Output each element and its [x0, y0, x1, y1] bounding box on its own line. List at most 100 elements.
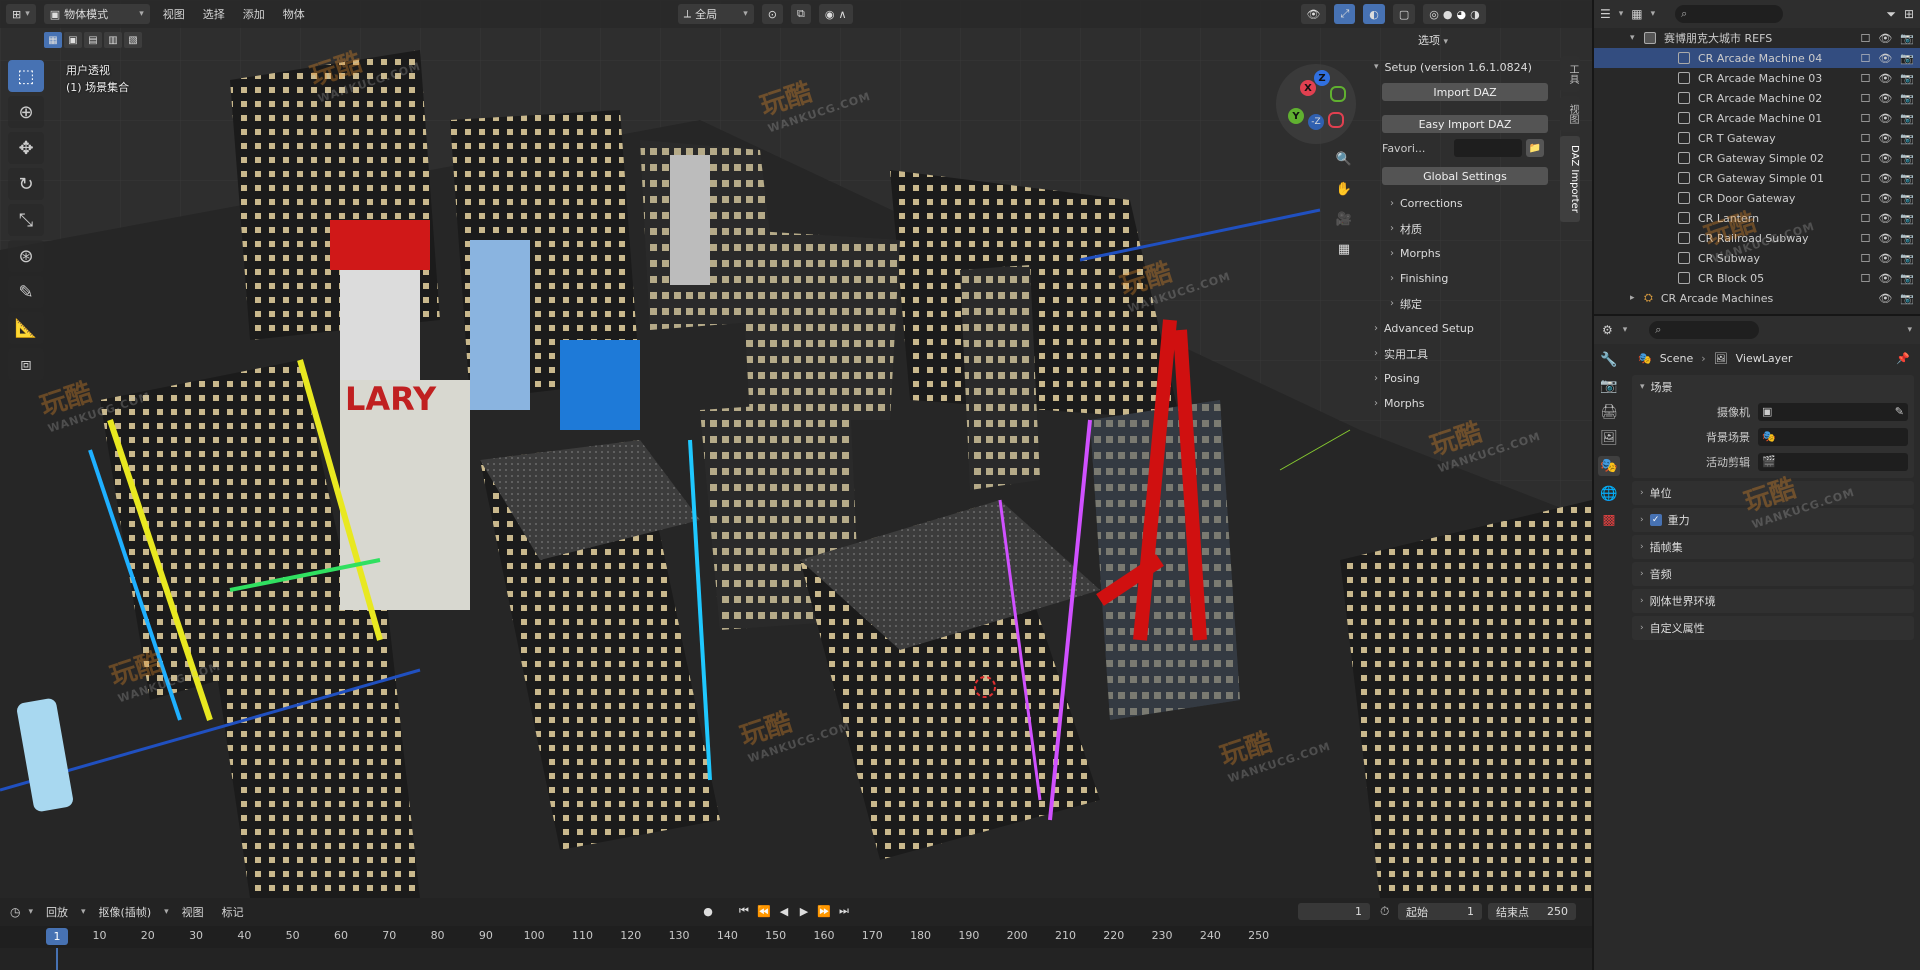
- eye-icon[interactable]: 👁: [1878, 72, 1892, 85]
- select-extend-icon[interactable]: ▣: [64, 32, 82, 48]
- zoom-icon[interactable]: 🔍: [1333, 148, 1355, 170]
- eye-icon[interactable]: 👁: [1878, 192, 1892, 205]
- hand-pan-icon[interactable]: ✋: [1333, 178, 1355, 200]
- camera-render-icon[interactable]: 📷: [1900, 92, 1914, 105]
- eye-icon[interactable]: 👁: [1878, 212, 1892, 225]
- collapsed-panel[interactable]: › 音频: [1632, 562, 1914, 586]
- outliner-row[interactable]: CR Arcade Machine 04 ☐ 👁 📷: [1594, 48, 1920, 68]
- next-keyframe-icon[interactable]: ⏩: [816, 902, 832, 920]
- select-intersect-icon[interactable]: ▧: [124, 32, 142, 48]
- outliner-editor-icon[interactable]: ☰: [1600, 7, 1611, 21]
- menu-keying[interactable]: 抠像(插帧): [94, 904, 157, 920]
- properties-search[interactable]: ⌕: [1649, 321, 1760, 339]
- collapsed-panel[interactable]: › ✓ 重力: [1632, 508, 1914, 532]
- transform-orientation[interactable]: ⟂ 全局 ▾: [677, 4, 754, 24]
- play-reverse-icon[interactable]: ◀: [776, 902, 792, 920]
- exclude-checkbox-icon[interactable]: ☐: [1860, 52, 1870, 65]
- eye-icon[interactable]: 👁: [1878, 52, 1892, 65]
- gizmo-neg-x[interactable]: [1328, 112, 1344, 128]
- menu-marker[interactable]: 标记: [217, 904, 249, 920]
- camera-render-icon[interactable]: 📷: [1900, 112, 1914, 125]
- eye-icon[interactable]: 👁: [1878, 292, 1892, 305]
- subpanel-morphs[interactable]: › Morphs: [1374, 241, 1554, 266]
- camera-render-icon[interactable]: 📷: [1900, 132, 1914, 145]
- transform-icon[interactable]: ⊛: [8, 240, 44, 272]
- outliner-row[interactable]: CR Arcade Machine 01 ☐ 👁 📷: [1594, 108, 1920, 128]
- menu-view[interactable]: 视图: [158, 6, 190, 22]
- exclude-checkbox-icon[interactable]: ☐: [1860, 212, 1870, 225]
- camera-render-icon[interactable]: 📷: [1900, 32, 1914, 45]
- panel-header[interactable]: › ✓ 重力: [1632, 508, 1914, 532]
- add-collection-icon[interactable]: ⊞: [1904, 7, 1914, 21]
- exclude-checkbox-icon[interactable]: ☐: [1860, 192, 1870, 205]
- chevron-down-icon[interactable]: ▾: [1907, 325, 1912, 335]
- panel-header[interactable]: › 刚体世界环境: [1632, 589, 1914, 613]
- exclude-checkbox-icon[interactable]: ☐: [1860, 72, 1870, 85]
- shading-modes[interactable]: ◎ ● ◕ ◑: [1423, 4, 1486, 24]
- camera-render-icon[interactable]: 📷: [1900, 172, 1914, 185]
- global-settings-button[interactable]: Global Settings: [1382, 167, 1548, 185]
- ortho-grid-icon[interactable]: ▦: [1333, 238, 1355, 260]
- gravity-checkbox[interactable]: ✓: [1649, 514, 1662, 526]
- scene-tab-icon[interactable]: 🎭: [1598, 456, 1620, 476]
- solid-icon[interactable]: ●: [1443, 8, 1453, 21]
- outliner-search[interactable]: ⌕: [1675, 5, 1784, 23]
- eye-icon[interactable]: 👁: [1878, 92, 1892, 105]
- world-tab-icon[interactable]: 🌐: [1600, 486, 1617, 502]
- camera-render-icon[interactable]: 📷: [1900, 152, 1914, 165]
- easy-import-daz-button[interactable]: Easy Import DAZ: [1382, 115, 1548, 133]
- display-mode-icon[interactable]: ▦: [1631, 7, 1642, 21]
- frame-ruler[interactable]: 10 20 30 40 50 60 70 80 90 100 110 120 130 140 150 160 1…: [0, 926, 1592, 948]
- select-box-icon[interactable]: ⬚: [8, 60, 44, 92]
- select-new-icon[interactable]: ▦: [44, 32, 62, 48]
- tab-daz-importer[interactable]: DAZ Importer: [1560, 136, 1580, 222]
- outliner-row[interactable]: CR Arcade Machine 02 ☐ 👁 📷: [1594, 88, 1920, 108]
- section-morphs[interactable]: › Morphs: [1374, 391, 1554, 416]
- snap-toggle[interactable]: ⧉: [790, 4, 811, 24]
- menu-playback[interactable]: 回放: [41, 904, 73, 920]
- camera-render-icon[interactable]: 📷: [1900, 192, 1914, 205]
- outliner-row[interactable]: CR Door Gateway ☐ 👁 📷: [1594, 188, 1920, 208]
- move-icon[interactable]: ✥: [8, 132, 44, 164]
- outliner-row[interactable]: ▸ ⛭ CR Arcade Machines 👁 📷: [1594, 288, 1920, 308]
- gizmo-x-axis[interactable]: X: [1300, 80, 1316, 96]
- measure-icon[interactable]: 📐: [8, 312, 44, 344]
- outliner-row[interactable]: CR Lantern ☐ 👁 📷: [1594, 208, 1920, 228]
- eye-icon[interactable]: 👁: [1878, 232, 1892, 245]
- outliner-row[interactable]: CR Subway ☐ 👁 📷: [1594, 248, 1920, 268]
- cursor-icon[interactable]: ⊕: [8, 96, 44, 128]
- collapsed-panel[interactable]: › 自定义属性: [1632, 616, 1914, 640]
- chevron-down-icon[interactable]: ▾: [1630, 33, 1644, 43]
- eye-icon[interactable]: 👁: [1878, 272, 1892, 285]
- pivot-point[interactable]: ⊙: [761, 4, 783, 24]
- annotate-icon[interactable]: ✎: [8, 276, 44, 308]
- eye-icon[interactable]: 👁: [1878, 132, 1892, 145]
- panel-header[interactable]: › 插帧集: [1632, 535, 1914, 559]
- tab-view[interactable]: 视图: [1560, 96, 1580, 132]
- camera-render-icon[interactable]: 📷: [1900, 232, 1914, 245]
- options-menu[interactable]: 选项 ▾: [1418, 32, 1448, 48]
- prev-keyframe-icon[interactable]: ⏪: [756, 902, 772, 920]
- clock-icon[interactable]: ◷: [10, 905, 20, 919]
- folder-icon[interactable]: 📁: [1526, 139, 1544, 157]
- exclude-checkbox-icon[interactable]: ☐: [1860, 132, 1870, 145]
- gizmo-y-axis[interactable]: Y: [1288, 108, 1304, 124]
- render-tab-icon[interactable]: 📷: [1600, 378, 1617, 394]
- end-frame-field[interactable]: 结束点 250: [1488, 903, 1576, 920]
- camera-render-icon[interactable]: 📷: [1900, 292, 1914, 305]
- panel-header[interactable]: › 自定义属性: [1632, 616, 1914, 640]
- city-scene[interactable]: LARY: [0, 0, 1592, 898]
- properties-editor-icon[interactable]: ⚙: [1602, 323, 1613, 337]
- exclude-checkbox-icon[interactable]: ☐: [1860, 272, 1870, 285]
- menu-select[interactable]: 选择: [198, 6, 230, 22]
- subpanel-corrections[interactable]: › Corrections: [1374, 191, 1554, 216]
- texture-tab-icon[interactable]: ▩: [1602, 512, 1615, 528]
- current-frame-field[interactable]: 1: [1298, 903, 1370, 920]
- outliner-row[interactable]: CR Gateway Simple 01 ☐ 👁 📷: [1594, 168, 1920, 188]
- filter-icon[interactable]: ⏷: [1886, 7, 1896, 22]
- rendered-icon[interactable]: ◑: [1470, 8, 1480, 21]
- background-scene-field[interactable]: 🎭: [1758, 427, 1908, 446]
- camera-view-icon[interactable]: 🎥: [1333, 208, 1355, 230]
- exclude-checkbox-icon[interactable]: ☐: [1860, 92, 1870, 105]
- active-clip-field[interactable]: 🎬: [1758, 452, 1908, 471]
